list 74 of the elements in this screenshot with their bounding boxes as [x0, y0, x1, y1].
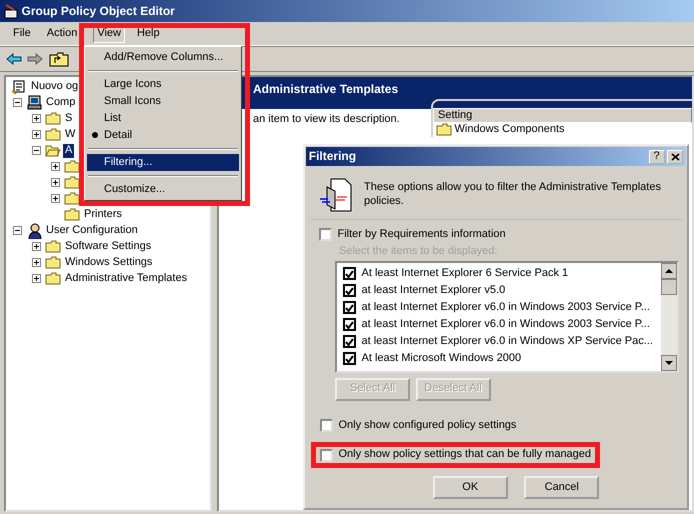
list-item[interactable]: at least Internet Explorer v5.0 [362, 284, 506, 298]
list-item[interactable]: at least Internet Explorer v6.0 in Windows XP Service Pac... [362, 334, 653, 349]
tree-item[interactable]: Comp [44, 96, 78, 110]
tool-icon [2, 3, 19, 19]
scroll-icon [11, 78, 27, 95]
checkbox-label[interactable]: Only show configured policy settings [338, 418, 516, 432]
tree-item[interactable]: Software Settings [63, 240, 154, 254]
description-text: an item to view its description. [252, 112, 401, 127]
folder-icon [64, 176, 80, 190]
setting-name[interactable]: Windows Components [454, 122, 565, 136]
help-button[interactable]: ? [648, 150, 664, 164]
tree-item[interactable]: Windows Settings [63, 256, 154, 270]
checkbox[interactable] [343, 301, 356, 314]
close-button[interactable] [667, 150, 684, 164]
folder-icon [45, 272, 61, 286]
menu-item[interactable]: List [87, 110, 239, 127]
tree-item[interactable]: A [63, 144, 74, 158]
list-item[interactable]: at least Internet Explorer v6.0 in Windows 2003 Service P... [362, 318, 650, 332]
intro-text: These options allow you to filter the Administrative Templates policies. [364, 180, 662, 208]
expander-icon[interactable] [32, 242, 41, 252]
tree-item[interactable]: S [63, 112, 74, 126]
tree-item[interactable]: Administrative Templates [63, 272, 190, 286]
computer-icon [26, 95, 42, 110]
open-folder-icon [45, 144, 61, 158]
folder-icon [436, 123, 452, 136]
dialog-button[interactable]: Cancel [524, 476, 600, 499]
expander-icon[interactable] [51, 194, 60, 204]
list-item[interactable]: at least Internet Explorer v6.0 in Windows 2003 Service P... [362, 300, 650, 315]
expander-icon[interactable] [13, 98, 22, 108]
list-item[interactable]: At least Internet Explorer 6 Service Pack 1 [362, 266, 568, 281]
window-title: Group Policy Object Editor [22, 4, 175, 18]
folder-icon [64, 208, 80, 222]
menu-item[interactable]: File [9, 24, 35, 44]
checkbox[interactable] [343, 318, 356, 332]
checkbox-label[interactable]: Filter by Requirements information [338, 228, 506, 242]
checkbox-label[interactable]: Only show policy settings that can be fully managed [338, 448, 592, 462]
expander-icon[interactable] [13, 226, 22, 236]
tree-item[interactable]: User Configuration [44, 224, 140, 238]
folder-icon [64, 192, 80, 206]
folder-icon [45, 112, 61, 126]
document-icon [319, 177, 353, 213]
menu-item[interactable]: Add/Remove Columns... [87, 49, 239, 66]
expander-icon[interactable] [32, 130, 41, 140]
tree-item[interactable]: Printers [82, 208, 124, 222]
list-item[interactable]: At least Microsoft Windows 2000 [362, 352, 522, 366]
menu-item[interactable]: Filtering... [87, 154, 239, 171]
forward-icon[interactable] [27, 53, 43, 65]
expander-icon[interactable] [32, 146, 41, 156]
menu-item[interactable]: Help [132, 24, 164, 44]
tree-item[interactable]: W [63, 128, 78, 142]
user-icon [26, 222, 42, 239]
expander-icon[interactable] [32, 274, 41, 284]
close-icon [670, 152, 680, 160]
menu-item[interactable]: Detail [87, 127, 239, 144]
menu-item[interactable]: Action [42, 24, 82, 44]
dialog-button[interactable]: OK [432, 476, 508, 499]
checkbox[interactable] [343, 352, 356, 366]
expander-icon[interactable] [51, 178, 60, 188]
dialog-title: Filtering [308, 149, 358, 164]
menu-item[interactable]: Customize... [87, 181, 239, 198]
tree-item[interactable]: Nuovo og [29, 80, 80, 94]
expander-icon[interactable] [32, 258, 41, 268]
expander-icon[interactable] [32, 114, 41, 124]
folder-icon [64, 160, 80, 174]
folder-icon [45, 240, 61, 254]
checkbox[interactable] [343, 267, 356, 280]
up-folder-icon[interactable] [48, 51, 68, 67]
folder-icon [45, 128, 61, 142]
checkbox[interactable] [343, 284, 356, 298]
folder-icon [45, 256, 61, 270]
checkbox[interactable] [343, 335, 356, 348]
expander-icon[interactable] [51, 162, 60, 172]
back-icon[interactable] [6, 53, 22, 65]
column-header[interactable]: Setting [433, 108, 692, 123]
